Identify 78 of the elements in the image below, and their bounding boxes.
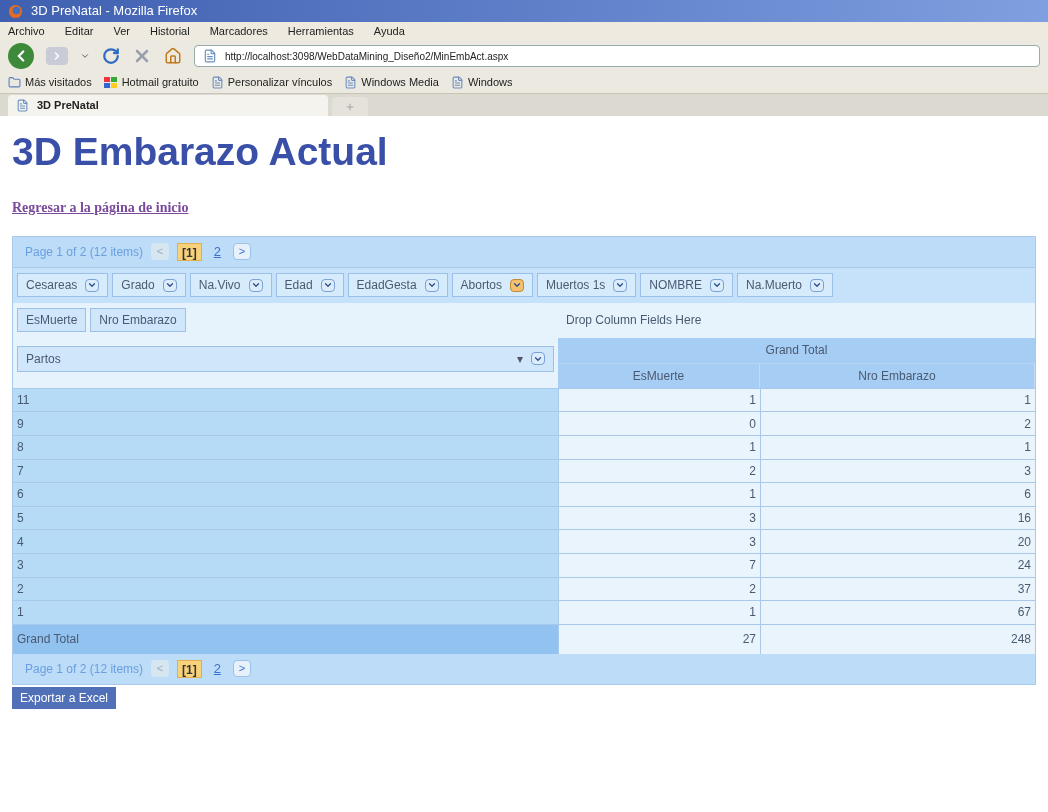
history-dropdown-icon[interactable] [80, 51, 90, 61]
page-icon [450, 76, 464, 89]
export-button[interactable]: Exportar a Excel [12, 686, 117, 709]
row-header: 8 [13, 435, 558, 459]
filter-field[interactable]: Muertos 1s [536, 273, 637, 298]
page-button[interactable]: [1] [177, 659, 202, 678]
dropdown-icon[interactable] [424, 278, 439, 292]
row-header: 5 [13, 506, 558, 530]
next-page-button[interactable]: > [232, 243, 251, 261]
page-icon [16, 99, 29, 112]
menu-item[interactable]: Archivo [8, 22, 45, 40]
filter-field[interactable]: Grado [112, 273, 186, 298]
filter-field[interactable]: EdadGesta [347, 273, 448, 298]
pager-summary: Page 1 of 2 (12 items) [25, 660, 144, 678]
row-header: 3 [13, 553, 558, 577]
dropdown-icon[interactable] [810, 278, 825, 292]
bookmark-item[interactable]: Hotmail gratuito [103, 74, 199, 91]
data-field[interactable]: EsMuerte [17, 308, 87, 333]
browser-logo-icon [8, 3, 23, 19]
bookmark-item[interactable]: Personalizar vínculos [210, 74, 333, 91]
dropdown-icon[interactable] [85, 278, 100, 292]
dropdown-icon[interactable] [531, 352, 545, 366]
home-link[interactable]: Regresar a la página de inicio [12, 196, 189, 218]
next-page-button[interactable]: > [232, 660, 251, 678]
plus-icon [345, 101, 355, 112]
column-header: EsMuerte [558, 363, 760, 388]
browser-tab[interactable]: 3D PreNatal [8, 95, 328, 116]
row-header: 6 [13, 483, 558, 506]
pager-summary: Page 1 of 2 (12 items) [25, 243, 144, 261]
menu-item[interactable]: Marcadores [209, 22, 268, 40]
address-text: http://localhost:3098/WebDataMining_Diseño2/MinEmbAct.aspx [225, 49, 509, 64]
data-field[interactable]: Nro Embarazo [90, 308, 186, 333]
windows-logo-icon [103, 76, 118, 89]
row-field-header[interactable]: Partos ▾ [17, 345, 554, 372]
bookmark-item[interactable]: Más visitados [8, 74, 92, 91]
reload-icon[interactable] [102, 47, 120, 65]
dropdown-icon[interactable] [248, 278, 263, 292]
bookmark-item[interactable]: Windows [450, 74, 513, 91]
back-button[interactable] [8, 43, 34, 69]
drop-zone-hint: Drop Column Fields Here [566, 312, 702, 330]
dropdown-icon[interactable] [320, 278, 335, 292]
filter-field[interactable]: Na.Muerto [737, 273, 834, 298]
folder-icon [8, 76, 21, 89]
window-title: 3D PreNatal - Mozilla Firefox [31, 2, 198, 21]
page-heading: 3D Embarazo Actual [12, 129, 389, 175]
row-header: 4 [13, 530, 558, 553]
page-button[interactable]: [1] [177, 242, 202, 261]
page-icon [210, 76, 224, 89]
row-header: Grand Total [13, 624, 558, 654]
home-icon[interactable] [164, 47, 182, 65]
row-header: 7 [13, 459, 558, 483]
row-header: 11 [13, 388, 558, 412]
row-header: 2 [13, 577, 558, 601]
row-header: 1 [13, 601, 558, 624]
menu-item[interactable]: Historial [149, 22, 190, 40]
column-header: Nro Embarazo [760, 363, 1035, 388]
column-header: Grand Total [558, 337, 1035, 364]
filter-field[interactable]: Cesareas [17, 273, 109, 298]
filter-field[interactable]: Na.Vivo [189, 273, 272, 298]
dropdown-icon[interactable] [613, 278, 628, 292]
filter-field[interactable]: Abortos [451, 273, 533, 298]
filter-field[interactable]: NOMBRE [640, 273, 733, 298]
page-icon [203, 49, 217, 63]
filter-field[interactable]: Edad [275, 273, 344, 298]
menu-item[interactable]: Herramientas [287, 22, 354, 40]
bookmark-item[interactable]: Windows Media [344, 74, 439, 91]
page-button[interactable]: 2 [209, 242, 225, 262]
menu-item[interactable]: Ver [113, 22, 130, 40]
dropdown-icon[interactable] [509, 278, 524, 292]
menu-item[interactable]: Ayuda [373, 22, 405, 40]
address-field[interactable]: http://localhost:3098/WebDataMining_Diseño2/MinEmbAct.aspx [194, 45, 1040, 67]
page-button[interactable]: 2 [209, 658, 225, 679]
dropdown-icon[interactable] [162, 278, 177, 292]
page-icon [344, 76, 358, 89]
menu-item[interactable]: Editar [64, 22, 94, 40]
sort-indicator: ▾ [517, 350, 523, 368]
dropdown-icon[interactable] [710, 278, 724, 292]
row-header: 9 [13, 412, 558, 435]
